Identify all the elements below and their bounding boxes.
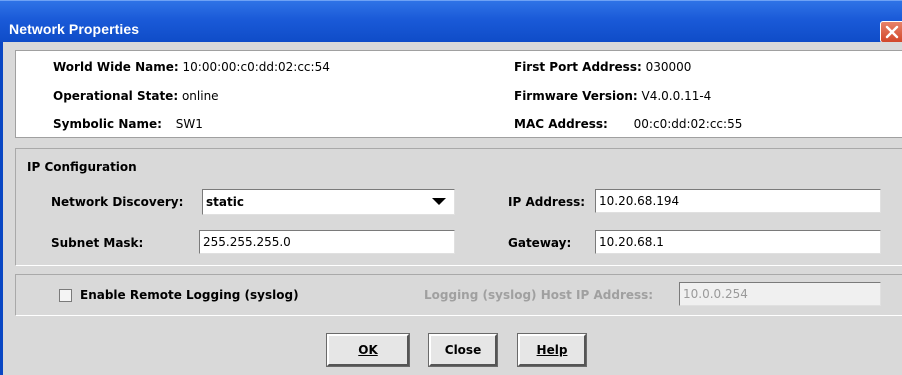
port-row: First Port Address: 030000: [514, 60, 691, 74]
state-row: Operational State: online: [53, 89, 219, 103]
symbolic-label: Symbolic Name:: [53, 117, 162, 131]
ip-address-input[interactable]: 10.20.68.194: [595, 189, 881, 213]
discovery-label: Network Discovery:: [51, 195, 184, 209]
discovery-value: static: [206, 195, 244, 209]
ok-button[interactable]: OK: [327, 334, 409, 366]
close-button[interactable]: Close: [429, 334, 497, 366]
window-close-button[interactable]: [880, 21, 902, 43]
mac-value: 00:c0:dd:02:cc:55: [633, 117, 743, 131]
window-title: Network Properties: [9, 21, 140, 37]
wwn-row: World Wide Name: 10:00:00:c0:dd:02:cc:54: [53, 60, 330, 74]
remote-logging-panel: Enable Remote Logging (syslog) Logging (…: [15, 274, 902, 316]
ok-label: OK: [358, 343, 378, 357]
ip-config-title: IP Configuration: [27, 160, 137, 174]
gateway-label: Gateway:: [508, 236, 572, 250]
symbolic-row: Symbolic Name: SW1: [53, 117, 203, 131]
title-bar[interactable]: Network Properties: [0, 0, 902, 43]
port-value: 030000: [645, 60, 692, 74]
firmware-label: Firmware Version:: [514, 89, 638, 103]
firmware-value: V4.0.0.11-4: [641, 89, 712, 103]
subnet-label: Subnet Mask:: [51, 236, 144, 250]
wwn-label: World Wide Name:: [53, 60, 179, 74]
state-value: online: [181, 89, 219, 103]
dialog-body: World Wide Name: 10:00:00:c0:dd:02:cc:54…: [0, 42, 902, 375]
symbolic-value: SW1: [175, 117, 203, 131]
gateway-input[interactable]: 10.20.68.1: [595, 230, 881, 254]
subnet-mask-input[interactable]: 255.255.255.0: [199, 230, 455, 254]
chevron-down-icon[interactable]: [432, 198, 446, 205]
close-icon: [885, 25, 899, 39]
enable-remote-logging-label[interactable]: Enable Remote Logging (syslog): [80, 288, 299, 302]
mac-label: MAC Address:: [514, 117, 608, 131]
mac-row: MAC Address: 00:c0:dd:02:cc:55: [514, 117, 742, 131]
firmware-row: Firmware Version: V4.0.0.11-4: [514, 89, 711, 103]
ip-address-label: IP Address:: [508, 195, 586, 209]
help-label: Help: [536, 343, 568, 357]
syslog-host-label: Logging (syslog) Host IP Address:: [424, 288, 654, 302]
port-label: First Port Address:: [514, 60, 642, 74]
switch-info-panel: World Wide Name: 10:00:00:c0:dd:02:cc:54…: [15, 50, 902, 138]
syslog-host-input[interactable]: 10.0.0.254: [679, 282, 881, 306]
help-button[interactable]: Help: [518, 334, 586, 366]
ip-configuration-panel: IP Configuration Network Discovery: stat…: [15, 148, 902, 266]
close-label: Close: [444, 343, 482, 357]
wwn-value: 10:00:00:c0:dd:02:cc:54: [182, 60, 330, 74]
state-label: Operational State:: [53, 89, 179, 103]
network-discovery-select[interactable]: static: [202, 189, 455, 215]
enable-remote-logging-checkbox[interactable]: [59, 289, 72, 302]
